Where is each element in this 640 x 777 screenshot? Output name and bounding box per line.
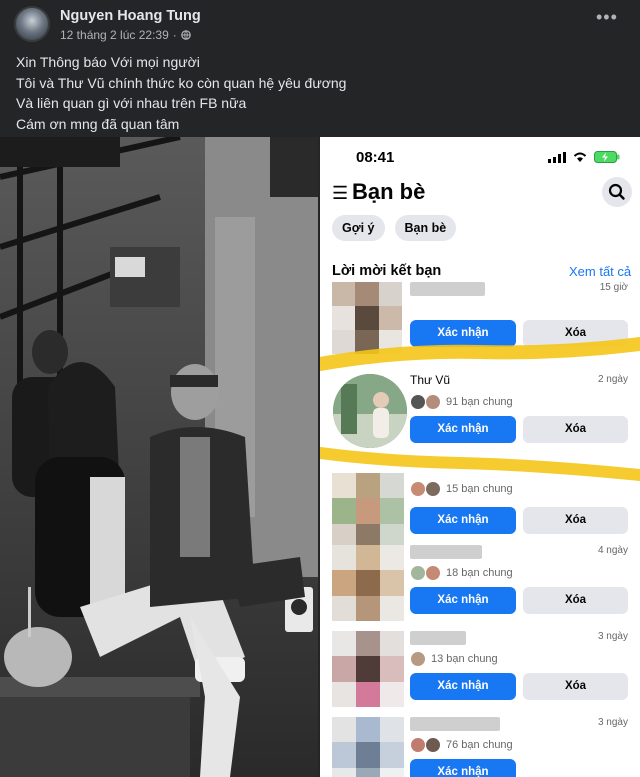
author-name[interactable]: Nguyen Hoang Tung <box>60 8 201 24</box>
mutual-friends: 76 bạn chung <box>410 737 513 753</box>
more-icon[interactable]: ••• <box>596 8 620 28</box>
yellow-highlight-top <box>320 337 640 371</box>
mutual-count: 13 bạn chung <box>431 653 498 665</box>
delete-button[interactable]: Xóa <box>523 507 628 534</box>
search-button[interactable] <box>602 177 632 207</box>
couple-photo-illustration <box>0 137 318 777</box>
caption-line: Cám ơn mng đã quan tâm <box>16 115 180 132</box>
mutual-friends: 15 bạn chung <box>410 481 513 497</box>
confirm-button[interactable]: Xác nhận <box>410 507 516 534</box>
request-time: 15 giờ <box>599 282 628 293</box>
friends-topbar: ☰ Bạn bè <box>320 177 640 217</box>
status-icons <box>548 151 620 163</box>
friend-request-row: 3 ngày 13 bạn chung Xác nhận Xóa <box>320 631 640 717</box>
wifi-icon <box>573 152 587 162</box>
menu-icon[interactable]: ☰ <box>332 183 348 204</box>
post-photo[interactable] <box>0 137 318 777</box>
mutual-friends: 18 bạn chung <box>410 565 513 581</box>
request-avatar-blurred[interactable] <box>332 545 404 621</box>
delete-button[interactable]: Xóa <box>523 673 628 700</box>
page-title: Bạn bè <box>352 179 426 204</box>
blurred-name <box>410 545 482 559</box>
request-avatar-blurred[interactable] <box>332 473 404 549</box>
request-avatar[interactable] <box>333 374 407 448</box>
blurred-name <box>410 631 466 645</box>
request-time: 4 ngày <box>597 545 628 556</box>
filter-chips: Gợi ý Bạn bè <box>332 215 457 241</box>
caption-line: Xin Thông báo Với mọi người <box>16 54 200 70</box>
see-all-link[interactable]: Xem tất cả <box>569 264 631 279</box>
mutual-count: 91 bạn chung <box>446 396 513 408</box>
request-time: 3 ngày <box>597 631 628 642</box>
friend-request-row: 3 ngày 76 bạn chung Xác nhận <box>320 717 640 777</box>
mutual-friends: 13 bạn chung <box>410 651 498 667</box>
delete-button[interactable]: Xóa <box>523 587 628 614</box>
confirm-button[interactable]: Xác nhận <box>410 416 516 443</box>
globe-icon <box>180 30 191 40</box>
friend-requests-screenshot: 08:41 ☰ Bạn bè Gợi ý Bạn bè Lời mời kết … <box>320 137 640 777</box>
post-meta: 12 tháng 2 lúc 22:39 · <box>60 28 191 42</box>
post-timestamp[interactable]: 12 tháng 2 lúc 22:39 <box>60 28 169 42</box>
mutual-count: 18 bạn chung <box>446 567 513 579</box>
section-title: Lời mời kết bạn <box>332 263 442 279</box>
confirm-button[interactable]: Xác nhận <box>410 759 516 777</box>
request-name[interactable]: Thư Vũ <box>410 373 450 387</box>
search-icon <box>608 183 625 200</box>
caption-line: Và liên quan gì với nhau trên FB nữa <box>16 95 247 111</box>
request-time: 2 ngày <box>597 374 628 385</box>
profile-photo <box>333 374 407 448</box>
request-avatar-blurred[interactable] <box>332 631 404 707</box>
status-time: 08:41 <box>356 149 395 166</box>
request-avatar-blurred[interactable] <box>332 717 404 777</box>
caption-line: Tôi và Thư Vũ chính thức ko còn quan hệ … <box>16 74 347 91</box>
chip-friends[interactable]: Bạn bè <box>394 215 457 241</box>
mutual-count: 76 bạn chung <box>446 739 513 751</box>
signal-icon <box>548 151 566 163</box>
mutual-friends: 91 bạn chung <box>410 394 513 410</box>
post-header: Nguyen Hoang Tung 12 tháng 2 lúc 22:39 ·… <box>0 0 640 44</box>
mutual-count: 15 bạn chung <box>446 483 513 495</box>
confirm-button[interactable]: Xác nhận <box>410 673 516 700</box>
post-caption: Xin Thông báo Với mọi người Tôi và Thư V… <box>16 52 616 134</box>
delete-button[interactable]: Xóa <box>523 416 628 443</box>
status-bar: 08:41 <box>320 137 640 177</box>
request-time: 3 ngày <box>597 717 628 728</box>
author-avatar[interactable] <box>14 6 50 42</box>
confirm-button[interactable]: Xác nhận <box>410 587 516 614</box>
blurred-name <box>410 282 485 296</box>
chip-suggestions[interactable]: Gợi ý <box>332 215 385 241</box>
battery-icon <box>594 151 620 163</box>
blurred-name <box>410 717 500 731</box>
friend-request-row: 4 ngày 18 bạn chung Xác nhận Xóa <box>320 545 640 631</box>
